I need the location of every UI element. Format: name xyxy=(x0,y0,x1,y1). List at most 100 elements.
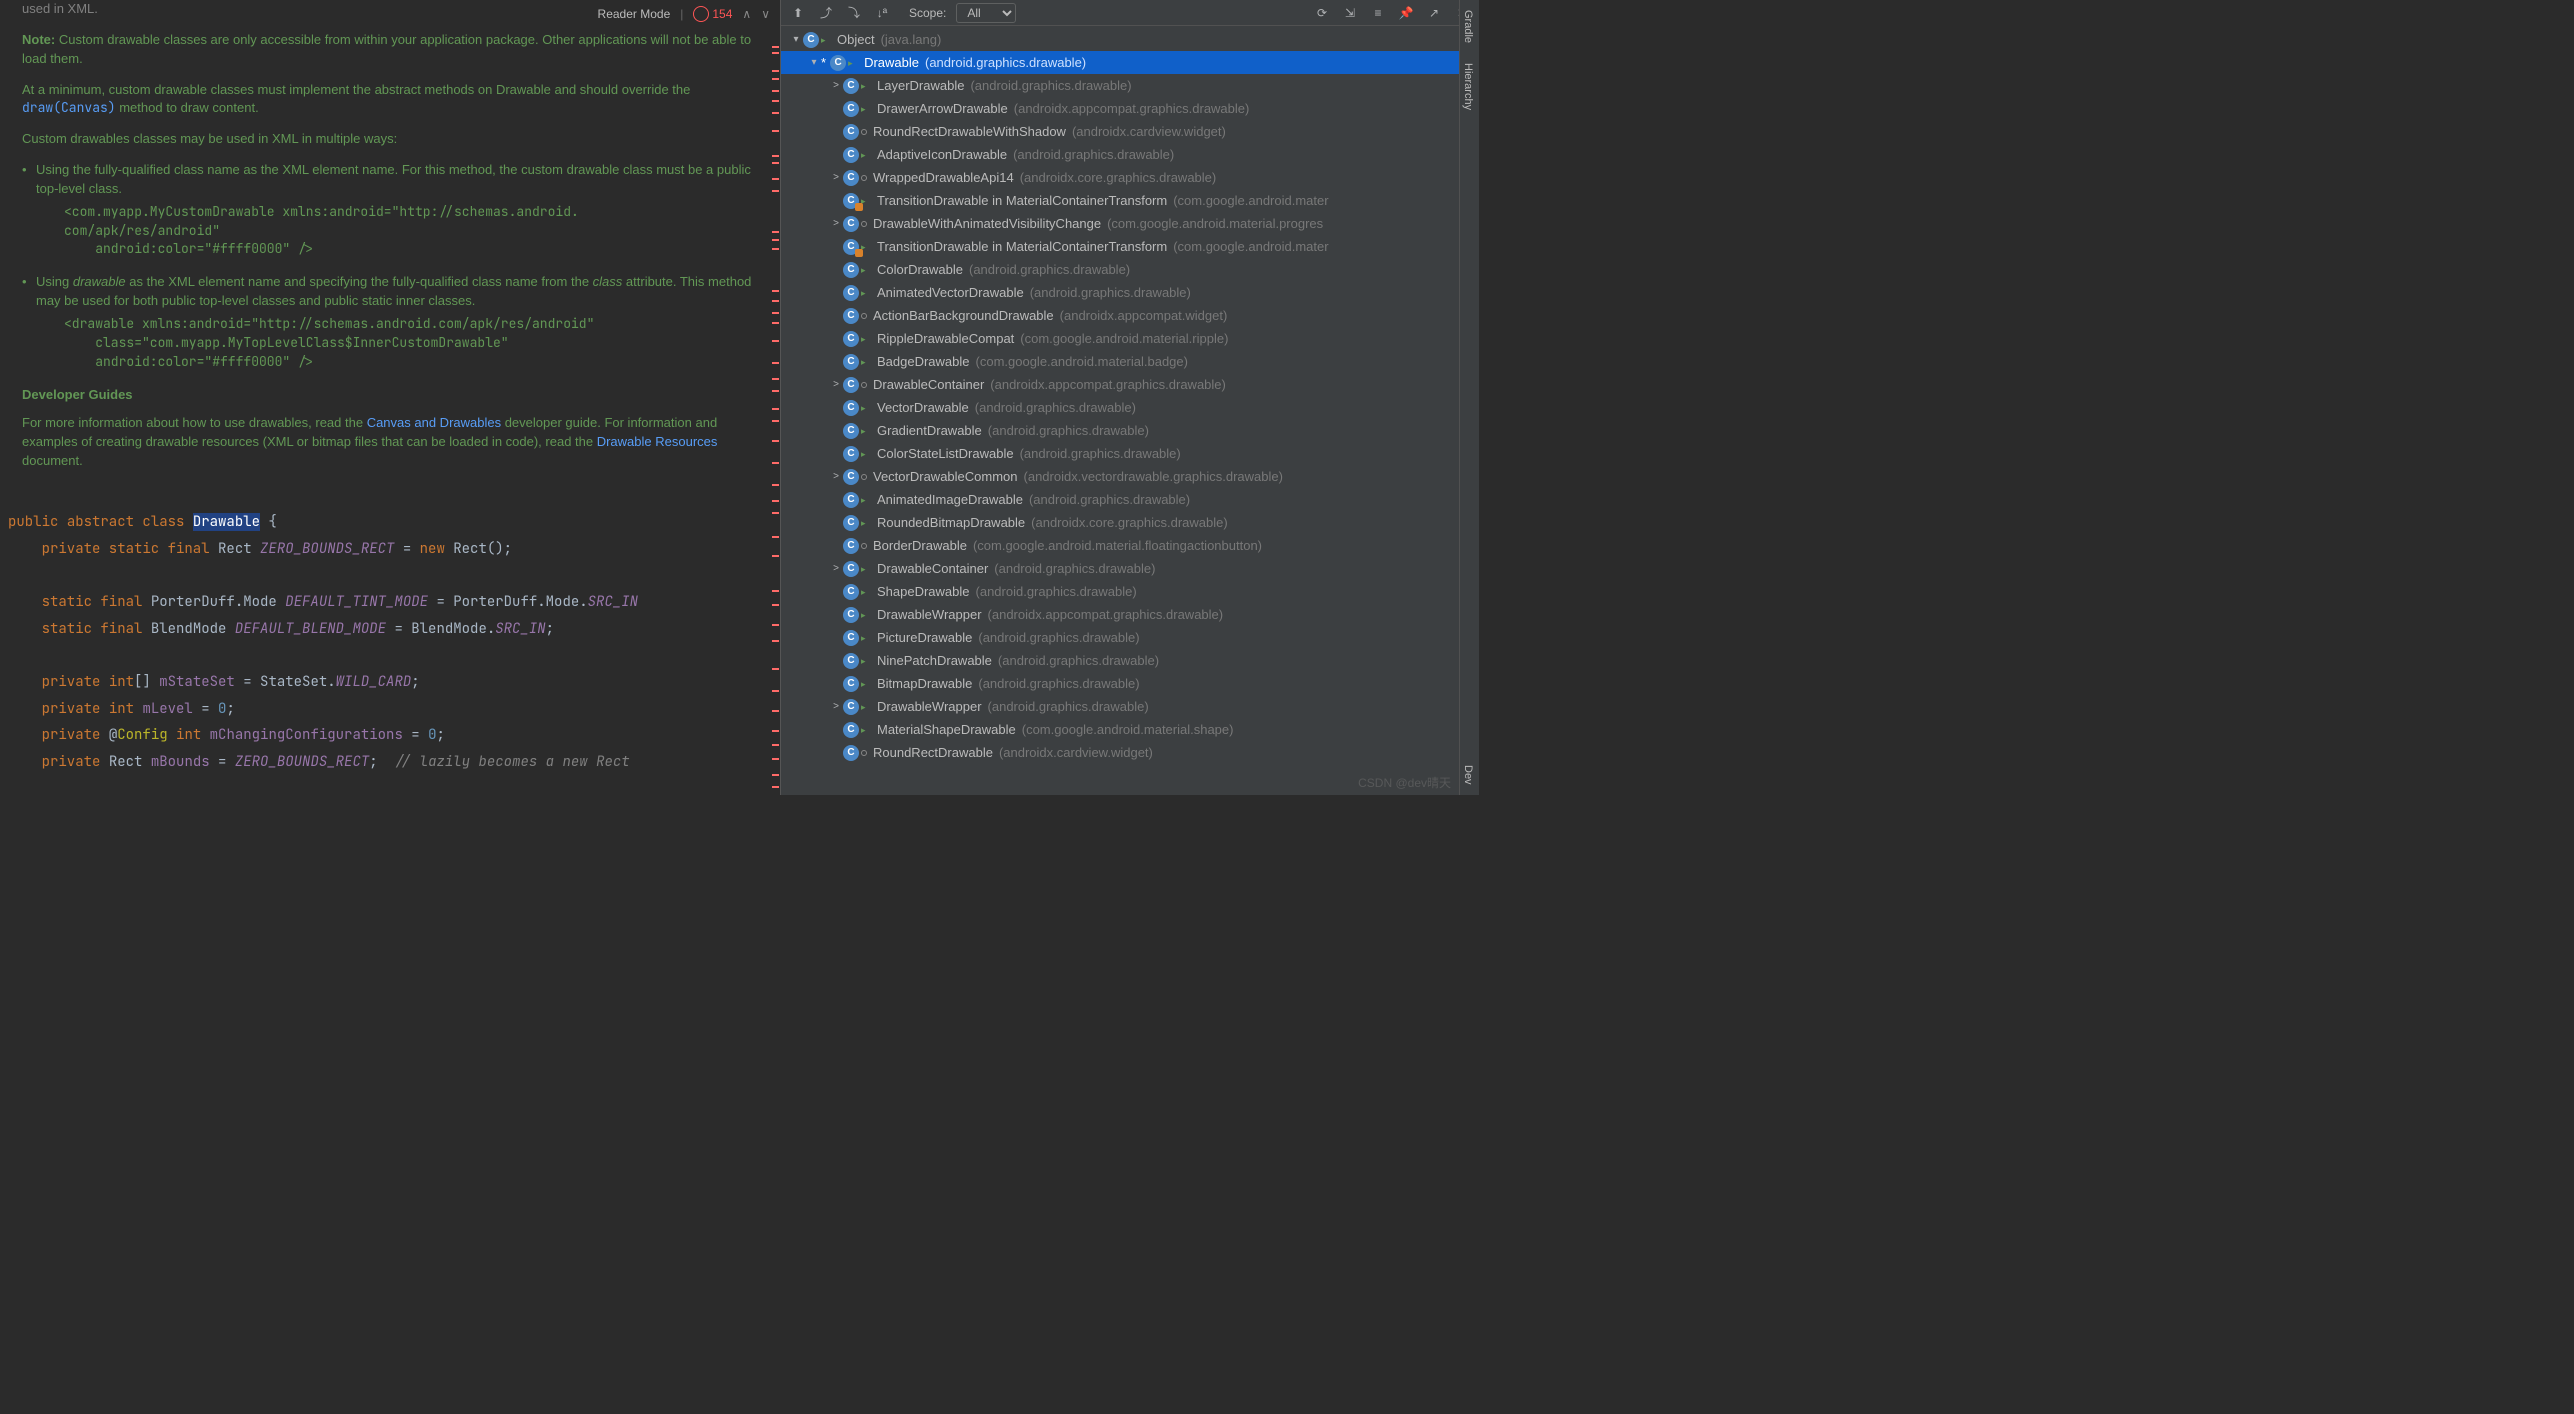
class-name: DrawableContainer xyxy=(877,561,988,576)
chevron-icon[interactable]: > xyxy=(829,379,843,390)
tree-row[interactable]: CRoundRectDrawableWithShadow(androidx.ca… xyxy=(781,120,1479,143)
class-icon: C xyxy=(843,745,859,761)
tree-row[interactable]: >CDrawableContainer(androidx.appcompat.g… xyxy=(781,373,1479,396)
tab-device[interactable]: Dev xyxy=(1460,755,1476,795)
hierarchy-toolbar: ⬆ ⤴ ⤵ ↓ª Scope: All ⟳ ⇲ ≡ 📌 ↗ ✕ xyxy=(781,0,1479,26)
tree-row[interactable]: C▸RippleDrawableCompat(com.google.androi… xyxy=(781,327,1479,350)
tree-row[interactable]: >C▸DrawableContainer(android.graphics.dr… xyxy=(781,557,1479,580)
run-icon: ▸ xyxy=(861,449,871,459)
tree-row[interactable]: C▸DrawableWrapper(androidx.appcompat.gra… xyxy=(781,603,1479,626)
sort-icon[interactable]: ↓ª xyxy=(873,4,891,22)
prev-highlight-icon[interactable]: ∧ xyxy=(742,7,751,21)
doc-more-info: For more information about how to use dr… xyxy=(22,414,758,471)
expand-all-icon[interactable]: ≡ xyxy=(1369,4,1387,22)
scope-select[interactable]: All xyxy=(956,3,1016,23)
package-name: (android.graphics.drawable) xyxy=(988,423,1149,438)
class-icon: C xyxy=(843,492,859,508)
tree-row[interactable]: CRoundRectDrawable(androidx.cardview.wid… xyxy=(781,741,1479,764)
tree-row[interactable]: C▸ColorStateListDrawable(android.graphic… xyxy=(781,442,1479,465)
run-icon: ▸ xyxy=(861,725,871,735)
chevron-icon[interactable]: > xyxy=(829,471,843,482)
class-icon: C xyxy=(843,722,859,738)
run-icon: ▸ xyxy=(861,587,871,597)
tree-row[interactable]: C▸AnimatedVectorDrawable(android.graphic… xyxy=(781,281,1479,304)
class-name: DrawableWrapper xyxy=(877,699,982,714)
run-icon: ▸ xyxy=(861,265,871,275)
tree-row[interactable]: C▸TransitionDrawable in MaterialContaine… xyxy=(781,189,1479,212)
class-icon: C xyxy=(843,354,859,370)
canvas-drawables-link[interactable]: Canvas and Drawables xyxy=(367,415,501,430)
reader-mode-label[interactable]: Reader Mode xyxy=(598,7,671,21)
refresh-icon[interactable]: ⟳ xyxy=(1313,4,1331,22)
class-icon: C xyxy=(843,423,859,439)
chevron-icon[interactable]: > xyxy=(829,701,843,712)
subtypes-icon[interactable]: ⤵ xyxy=(845,4,863,22)
drawable-resources-link[interactable]: Drawable Resources xyxy=(597,434,718,449)
chevron-down-icon[interactable]: ▾ xyxy=(807,57,821,68)
open-new-icon[interactable]: ↗ xyxy=(1425,4,1443,22)
autoscroll-icon[interactable]: ⇲ xyxy=(1341,4,1359,22)
tab-gradle[interactable]: Gradle xyxy=(1460,0,1476,53)
tree-row[interactable]: C▸PictureDrawable(android.graphics.drawa… xyxy=(781,626,1479,649)
package-name: (android.graphics.drawable) xyxy=(998,653,1159,668)
tree-row[interactable]: C▸TransitionDrawable in MaterialContaine… xyxy=(781,235,1479,258)
editor-pane: Reader Mode | 154 ∧ ∨ used in XML. Note:… xyxy=(0,0,780,795)
tree-row-object[interactable]: ▾ C ▸ Object (java.lang) xyxy=(781,28,1479,51)
error-stripe[interactable] xyxy=(772,0,780,795)
hierarchy-panel: ⬆ ⤴ ⤵ ↓ª Scope: All ⟳ ⇲ ≡ 📌 ↗ ✕ ▾ C ▸ Ob… xyxy=(780,0,1479,795)
class-name: DrawableContainer xyxy=(873,377,984,392)
class-icon: C xyxy=(843,469,859,485)
package-name: (com.google.android.material.floatingact… xyxy=(973,538,1262,553)
tree-row[interactable]: >C▸DrawableWrapper(android.graphics.draw… xyxy=(781,695,1479,718)
supertypes-icon[interactable]: ⤴ xyxy=(817,4,835,22)
draw-canvas-link[interactable]: draw(Canvas) xyxy=(22,99,116,116)
class-icon: C xyxy=(843,285,859,301)
run-icon: ▸ xyxy=(861,610,871,620)
class-icon: C xyxy=(843,193,859,209)
tree-row[interactable]: C▸BitmapDrawable(android.graphics.drawab… xyxy=(781,672,1479,695)
tree-row[interactable]: C▸MaterialShapeDrawable(com.google.andro… xyxy=(781,718,1479,741)
class-icon: C xyxy=(830,55,846,71)
class-name: AnimatedVectorDrawable xyxy=(877,285,1024,300)
tree-row[interactable]: C▸DrawerArrowDrawable(androidx.appcompat… xyxy=(781,97,1479,120)
tree-row[interactable]: C▸RoundedBitmapDrawable(androidx.core.gr… xyxy=(781,511,1479,534)
tree-row[interactable]: C▸BadgeDrawable(com.google.android.mater… xyxy=(781,350,1479,373)
tab-hierarchy[interactable]: Hierarchy xyxy=(1460,53,1476,120)
tree-row[interactable]: >CDrawableWithAnimatedVisibilityChange(c… xyxy=(781,212,1479,235)
tree-row[interactable]: >C▸LayerDrawable(android.graphics.drawab… xyxy=(781,74,1479,97)
chevron-down-icon[interactable]: ▾ xyxy=(789,34,803,45)
tree-row-drawable[interactable]: ▾ * C ▸ Drawable (android.graphics.drawa… xyxy=(781,51,1479,74)
class-name: RoundRectDrawableWithShadow xyxy=(873,124,1066,139)
class-icon: C xyxy=(843,538,859,554)
package-name: (android.graphics.drawable) xyxy=(1029,492,1190,507)
tree-row[interactable]: C▸VectorDrawable(android.graphics.drawab… xyxy=(781,396,1479,419)
error-count[interactable]: 154 xyxy=(693,6,732,22)
class-icon: C xyxy=(843,630,859,646)
tree-row[interactable]: C▸ColorDrawable(android.graphics.drawabl… xyxy=(781,258,1479,281)
chevron-icon[interactable]: > xyxy=(829,80,843,91)
source-code[interactable]: public abstract class Drawable { private… xyxy=(0,483,780,795)
tree-row[interactable]: >CVectorDrawableCommon(androidx.vectordr… xyxy=(781,465,1479,488)
chevron-icon[interactable]: > xyxy=(829,218,843,229)
class-hierarchy-icon[interactable]: ⬆ xyxy=(789,4,807,22)
package-private-icon xyxy=(861,750,867,756)
tree-row[interactable]: C▸GradientDrawable(android.graphics.draw… xyxy=(781,419,1479,442)
chevron-icon[interactable]: > xyxy=(829,172,843,183)
tree-row[interactable]: >CWrappedDrawableApi14(androidx.core.gra… xyxy=(781,166,1479,189)
tree-row[interactable]: CActionBarBackgroundDrawable(androidx.ap… xyxy=(781,304,1479,327)
chevron-icon[interactable]: > xyxy=(829,563,843,574)
pin-icon[interactable]: 📌 xyxy=(1397,4,1415,22)
class-name: PictureDrawable xyxy=(877,630,972,645)
class-icon: C xyxy=(843,216,859,232)
tree-row[interactable]: C▸ShapeDrawable(android.graphics.drawabl… xyxy=(781,580,1479,603)
package-private-icon xyxy=(861,129,867,135)
next-highlight-icon[interactable]: ∨ xyxy=(761,7,770,21)
tree-row[interactable]: C▸NinePatchDrawable(android.graphics.dra… xyxy=(781,649,1479,672)
class-icon: C xyxy=(843,101,859,117)
tree-row[interactable]: CBorderDrawable(com.google.android.mater… xyxy=(781,534,1479,557)
tree-row[interactable]: C▸AnimatedImageDrawable(android.graphics… xyxy=(781,488,1479,511)
class-name: DrawableWrapper xyxy=(877,607,982,622)
hierarchy-tree[interactable]: ▾ C ▸ Object (java.lang) ▾ * C ▸ Drawabl… xyxy=(781,26,1479,795)
editor-toolbar: Reader Mode | 154 ∧ ∨ xyxy=(598,6,770,22)
tree-row[interactable]: C▸AdaptiveIconDrawable(android.graphics.… xyxy=(781,143,1479,166)
